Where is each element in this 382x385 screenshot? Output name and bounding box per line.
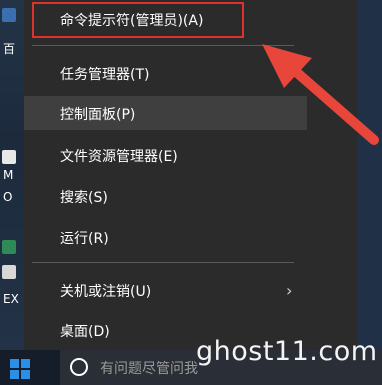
windows-start-icon[interactable] — [10, 359, 30, 379]
watermark: ghost11.com — [196, 336, 378, 367]
search-placeholder: 有问题尽管问我 — [100, 361, 198, 377]
annotation-arrow-icon — [262, 44, 379, 145]
cortana-circle-icon — [70, 358, 88, 376]
